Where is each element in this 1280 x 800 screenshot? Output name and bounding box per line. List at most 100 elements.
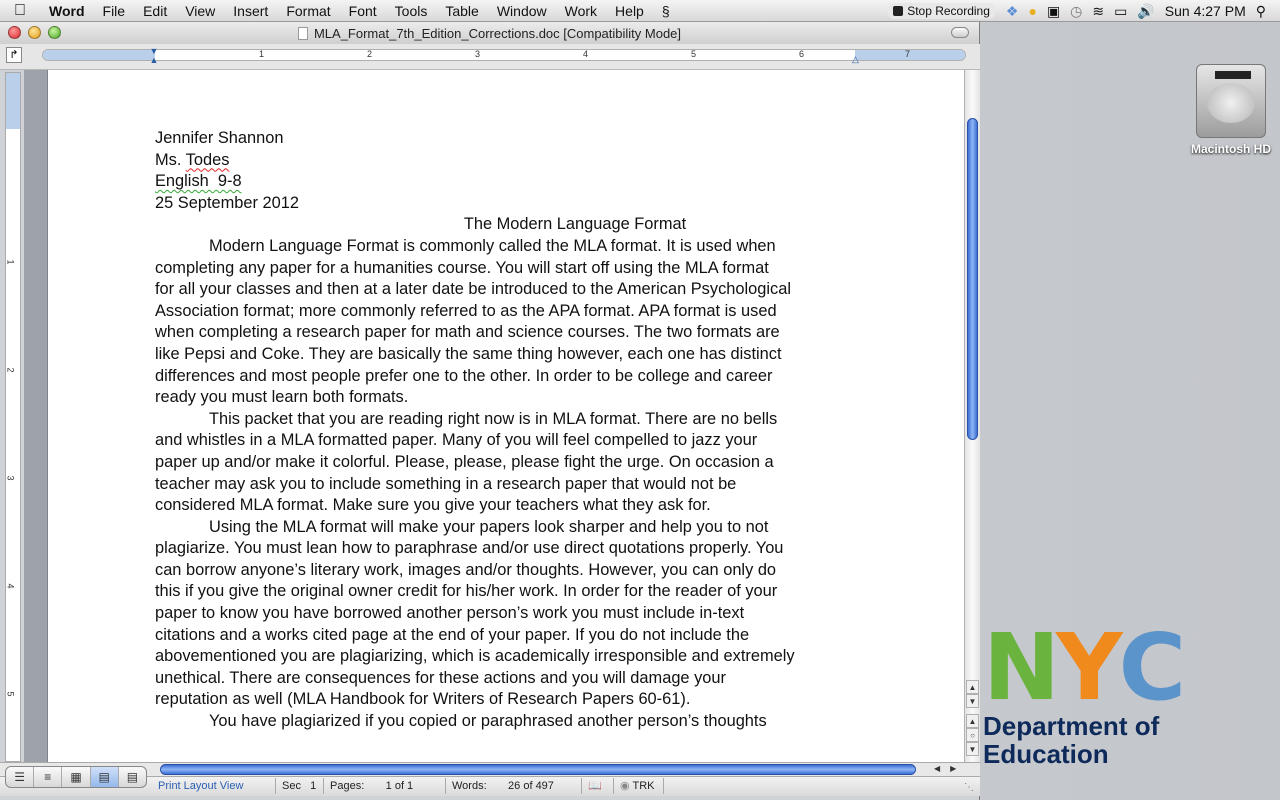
dropbox-icon[interactable]: ❖ bbox=[1006, 0, 1019, 22]
battery-icon[interactable]: ▭ bbox=[1114, 0, 1127, 22]
words-label: Words: bbox=[452, 780, 487, 792]
word-count-indicator[interactable]: Words: 26 of 497 bbox=[446, 778, 582, 794]
logo-letter-c: C bbox=[1118, 614, 1187, 721]
zoom-button[interactable] bbox=[48, 26, 61, 39]
teacher-name: Ms. Todes bbox=[155, 150, 230, 169]
section-value: 1 bbox=[310, 780, 317, 792]
next-page-button[interactable]: ▼ bbox=[966, 742, 979, 756]
spelling-status-icon[interactable]: 📖 bbox=[582, 778, 614, 794]
document-icon bbox=[297, 26, 308, 40]
section-indicator: Sec 1 bbox=[276, 778, 324, 794]
logo-line-2: Education bbox=[983, 739, 1109, 769]
outline-view-button[interactable]: ≡ bbox=[34, 767, 63, 787]
top-margin-area bbox=[6, 73, 20, 129]
drive-label-plate bbox=[1215, 71, 1251, 79]
scroll-left-arrow[interactable]: ◀ bbox=[934, 764, 940, 773]
document-body[interactable]: Jennifer Shannon Ms. Todes English 9-8 2… bbox=[155, 128, 875, 733]
wifi-icon[interactable]: ≋ bbox=[1092, 0, 1104, 22]
time-machine-icon[interactable]: ◷ bbox=[1070, 0, 1082, 22]
vertical-scroll-thumb[interactable] bbox=[967, 118, 978, 440]
grammar-warning[interactable]: English 9-8 bbox=[155, 172, 242, 190]
scroll-right-arrow[interactable]: ▶ bbox=[950, 764, 956, 773]
menu-format[interactable]: Format bbox=[277, 0, 339, 22]
text-line: This packet that you are reading right n… bbox=[209, 409, 778, 428]
menu-view[interactable]: View bbox=[176, 0, 224, 22]
text-line: Modern Language Format is commonly calle… bbox=[209, 236, 776, 255]
minimize-button[interactable] bbox=[28, 26, 41, 39]
paragraph: This packet that you are reading right n… bbox=[155, 409, 875, 517]
ruler-number: 7 bbox=[905, 49, 911, 59]
menu-table[interactable]: Table bbox=[436, 0, 487, 22]
track-changes-indicator[interactable]: ◉ TRK bbox=[614, 778, 664, 794]
nyc-doe-logo: N Y C Department of Education bbox=[983, 614, 1203, 769]
notebook-layout-view-button[interactable]: ▤ bbox=[119, 767, 146, 787]
text-line: this if you give the original owner cred… bbox=[155, 582, 778, 601]
spelling-error[interactable]: Todes bbox=[186, 151, 230, 169]
vertical-scrollbar[interactable]: ▲ ▼ ▲ ○ ▼ bbox=[964, 70, 980, 762]
menu-file[interactable]: File bbox=[94, 0, 135, 22]
text-line: You have plagiarized if you copied or pa… bbox=[209, 712, 767, 731]
document-area: Jennifer Shannon Ms. Todes English 9-8 2… bbox=[24, 70, 964, 762]
menu-insert[interactable]: Insert bbox=[224, 0, 277, 22]
drive-platter bbox=[1207, 83, 1255, 123]
title-bar[interactable]: MLA_Format_7th_Edition_Corrections.doc [… bbox=[0, 22, 979, 44]
app-indicator-icon[interactable]: ● bbox=[1028, 0, 1036, 22]
scroll-down-arrow[interactable]: ▼ bbox=[966, 694, 979, 708]
draft-view-button[interactable]: ☰ bbox=[6, 767, 35, 787]
ruler-number: 1 bbox=[5, 259, 16, 265]
menu-edit[interactable]: Edit bbox=[134, 0, 176, 22]
menu-work[interactable]: Work bbox=[556, 0, 606, 22]
apple-icon[interactable]:  bbox=[0, 2, 40, 20]
resize-grip-icon[interactable]: ⋱ bbox=[964, 782, 974, 793]
desktop-icon-macintosh-hd[interactable]: Macintosh HD bbox=[1186, 64, 1276, 156]
volume-icon[interactable]: 🔊 bbox=[1137, 0, 1154, 22]
script-icon[interactable]: § bbox=[653, 0, 679, 22]
ruler-number: 3 bbox=[5, 475, 16, 481]
stop-recording-button[interactable]: Stop Recording bbox=[887, 3, 996, 19]
view-name: Print Layout View bbox=[152, 778, 276, 794]
horizontal-scroll-thumb[interactable] bbox=[160, 764, 916, 775]
spotlight-search-icon[interactable]: ⚲ bbox=[1256, 0, 1266, 22]
section-label: Sec bbox=[282, 780, 301, 792]
ruler-number: 2 bbox=[5, 367, 16, 373]
menu-window[interactable]: Window bbox=[488, 0, 556, 22]
ruler-number: 6 bbox=[799, 49, 805, 59]
menu-tools[interactable]: Tools bbox=[386, 0, 437, 22]
text-line: plagiarize. You must lean how to paraphr… bbox=[155, 539, 784, 558]
right-indent-marker[interactable]: △ bbox=[852, 54, 859, 65]
text-line: paper to know you have borrowed another … bbox=[155, 604, 745, 623]
close-button[interactable] bbox=[8, 26, 21, 39]
horizontal-ruler[interactable]: ↱ 1 2 3 4 5 6 7 ▼ ▲ △ bbox=[0, 44, 980, 70]
text-line: unethical. There are consequences for th… bbox=[155, 668, 726, 687]
logo-letter-n: N bbox=[983, 614, 1060, 721]
tab-stop-selector[interactable]: ↱ bbox=[6, 47, 22, 63]
indent-marker[interactable]: ▼ ▲ bbox=[149, 47, 159, 67]
publishing-layout-view-button[interactable]: ▦ bbox=[62, 767, 91, 787]
text-line: reputation as well (MLA Handbook for Wri… bbox=[155, 690, 691, 709]
window-title: MLA_Format_7th_Edition_Corrections.doc [… bbox=[313, 25, 682, 41]
menu-help[interactable]: Help bbox=[606, 0, 653, 22]
text-line: and whistles in a MLA formatted paper. M… bbox=[155, 431, 758, 450]
text-line: paper up and/or make it colorful. Please… bbox=[155, 452, 774, 471]
display-icon[interactable]: ▣ bbox=[1047, 0, 1060, 22]
author-name: Jennifer Shannon bbox=[155, 129, 284, 147]
print-layout-view-button[interactable]: ▤ bbox=[90, 767, 119, 787]
document-title: The Modern Language Format bbox=[463, 215, 687, 234]
text-line: like Pepsi and Coke. They are basically … bbox=[155, 344, 782, 363]
scroll-up-arrow[interactable]: ▲ bbox=[966, 680, 979, 694]
pages-value: 1 of 1 bbox=[385, 780, 414, 792]
paragraph: You have plagiarized if you copied or pa… bbox=[155, 711, 875, 733]
clock[interactable]: Sun 4:27 PM bbox=[1165, 3, 1246, 19]
menu-font[interactable]: Font bbox=[340, 0, 386, 22]
vertical-ruler[interactable]: 1 2 3 4 5 bbox=[5, 72, 21, 762]
browse-object-button[interactable]: ○ bbox=[966, 728, 979, 742]
previous-page-button[interactable]: ▲ bbox=[966, 714, 979, 728]
toolbar-toggle-button[interactable] bbox=[951, 27, 969, 38]
track-changes-icon: ◉ bbox=[620, 780, 630, 792]
date: 25 September 2012 bbox=[155, 193, 299, 212]
document-page[interactable]: Jennifer Shannon Ms. Todes English 9-8 2… bbox=[48, 70, 964, 762]
ruler-number: 5 bbox=[5, 691, 16, 697]
ruler-bar[interactable]: 1 2 3 4 5 6 7 bbox=[42, 49, 966, 61]
menu-app-word[interactable]: Word bbox=[40, 0, 94, 22]
text-line: Association format; more commonly referr… bbox=[155, 301, 777, 320]
